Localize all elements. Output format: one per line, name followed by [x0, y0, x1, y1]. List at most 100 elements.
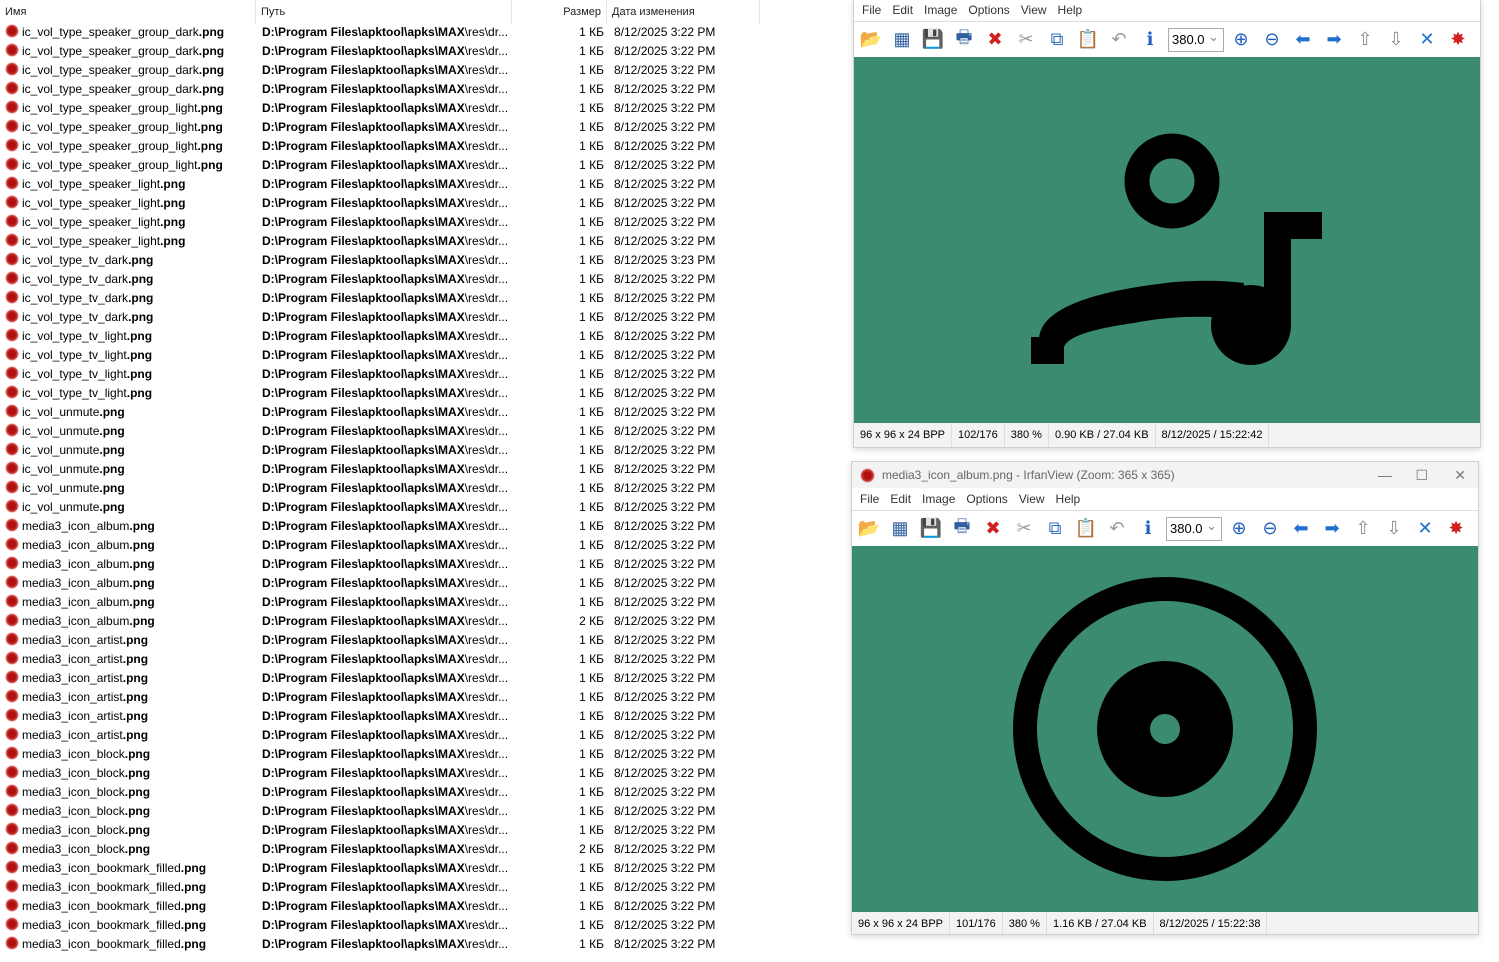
file-row[interactable]: media3_icon_album.png D:\Program Files\a…: [0, 593, 760, 612]
column-header-size[interactable]: Размер: [512, 0, 607, 24]
column-header-date[interactable]: Дата изменения: [607, 0, 760, 24]
file-row[interactable]: ic_vol_type_speaker_group_dark.png D:\Pr…: [0, 23, 760, 42]
menu-file[interactable]: File: [862, 3, 881, 17]
file-row[interactable]: ic_vol_type_speaker_light.png D:\Program…: [0, 213, 760, 232]
menu-options[interactable]: Options: [968, 3, 1009, 17]
last-page-icon[interactable]: ⇩: [1383, 27, 1409, 53]
file-row[interactable]: media3_icon_block.png D:\Program Files\a…: [0, 783, 760, 802]
zoom-select[interactable]: 380.0: [1168, 26, 1224, 52]
file-row[interactable]: ic_vol_type_speaker_group_light.png D:\P…: [0, 99, 760, 118]
menu-help[interactable]: Help: [1058, 3, 1083, 17]
slideshow-icon[interactable]: ▦: [887, 516, 913, 542]
zoom-in-icon[interactable]: ⊕: [1226, 516, 1252, 542]
file-row[interactable]: media3_icon_artist.png D:\Program Files\…: [0, 631, 760, 650]
file-row[interactable]: ic_vol_type_speaker_light.png D:\Program…: [0, 175, 760, 194]
file-row[interactable]: ic_vol_type_tv_dark.png D:\Program Files…: [0, 251, 760, 270]
file-row[interactable]: media3_icon_bookmark_filled.png D:\Progr…: [0, 878, 760, 897]
zoom-select[interactable]: 380.0: [1166, 515, 1222, 541]
file-row[interactable]: ic_vol_unmute.png D:\Program Files\apkto…: [0, 403, 760, 422]
info-icon[interactable]: ℹ: [1135, 516, 1161, 542]
zoom-in-icon[interactable]: ⊕: [1228, 27, 1254, 53]
file-row[interactable]: media3_icon_album.png D:\Program Files\a…: [0, 612, 760, 631]
file-row[interactable]: ic_vol_type_tv_light.png D:\Program File…: [0, 346, 760, 365]
image-canvas[interactable]: [852, 546, 1478, 912]
copy-icon[interactable]: ⧉: [1042, 516, 1068, 542]
menu-help[interactable]: Help: [1056, 492, 1081, 506]
zoom-out-icon[interactable]: ⊖: [1257, 516, 1283, 542]
file-row[interactable]: media3_icon_artist.png D:\Program Files\…: [0, 707, 760, 726]
file-row[interactable]: media3_icon_bookmark_filled.png D:\Progr…: [0, 916, 760, 935]
previous-icon[interactable]: ⬅: [1288, 516, 1314, 542]
file-row[interactable]: ic_vol_unmute.png D:\Program Files\apkto…: [0, 479, 760, 498]
first-page-icon[interactable]: ⇧: [1350, 516, 1376, 542]
file-row[interactable]: media3_icon_artist.png D:\Program Files\…: [0, 688, 760, 707]
file-row[interactable]: media3_icon_bookmark_filled.png D:\Progr…: [0, 935, 760, 954]
file-row[interactable]: media3_icon_block.png D:\Program Files\a…: [0, 821, 760, 840]
file-row[interactable]: ic_vol_type_speaker_group_light.png D:\P…: [0, 118, 760, 137]
zoom-out-icon[interactable]: ⊖: [1259, 27, 1285, 53]
close-button[interactable]: ✕: [1454, 462, 1466, 488]
next-icon[interactable]: ➡: [1321, 27, 1347, 53]
file-row[interactable]: media3_icon_album.png D:\Program Files\a…: [0, 555, 760, 574]
menu-image[interactable]: Image: [922, 492, 955, 506]
irfanview-icon[interactable]: ✸: [1443, 516, 1469, 542]
delete-icon[interactable]: ✖: [980, 516, 1006, 542]
menu-options[interactable]: Options: [966, 492, 1007, 506]
slideshow-icon[interactable]: ▦: [889, 27, 915, 53]
save-icon[interactable]: 💾: [918, 516, 944, 542]
paste-icon[interactable]: 📋: [1073, 516, 1099, 542]
file-row[interactable]: media3_icon_album.png D:\Program Files\a…: [0, 574, 760, 593]
file-row[interactable]: ic_vol_unmute.png D:\Program Files\apkto…: [0, 460, 760, 479]
delete-icon[interactable]: ✖: [982, 27, 1008, 53]
menu-file[interactable]: File: [860, 492, 879, 506]
file-row[interactable]: ic_vol_type_speaker_group_dark.png D:\Pr…: [0, 61, 760, 80]
settings-icon[interactable]: ✕: [1414, 27, 1440, 53]
maximize-button[interactable]: ☐: [1415, 462, 1428, 488]
file-row[interactable]: media3_icon_album.png D:\Program Files\a…: [0, 517, 760, 536]
file-row[interactable]: media3_icon_block.png D:\Program Files\a…: [0, 802, 760, 821]
file-row[interactable]: media3_icon_album.png D:\Program Files\a…: [0, 536, 760, 555]
file-row[interactable]: media3_icon_bookmark_filled.png D:\Progr…: [0, 897, 760, 916]
print-icon[interactable]: 🖶: [949, 516, 975, 542]
file-row[interactable]: ic_vol_type_tv_dark.png D:\Program Files…: [0, 308, 760, 327]
menu-image[interactable]: Image: [924, 3, 957, 17]
menu-edit[interactable]: Edit: [890, 492, 911, 506]
first-page-icon[interactable]: ⇧: [1352, 27, 1378, 53]
file-row[interactable]: media3_icon_block.png D:\Program Files\a…: [0, 840, 760, 859]
copy-icon[interactable]: ⧉: [1044, 27, 1070, 53]
info-icon[interactable]: ℹ: [1137, 27, 1163, 53]
file-row[interactable]: ic_vol_unmute.png D:\Program Files\apkto…: [0, 498, 760, 517]
file-row[interactable]: ic_vol_type_speaker_light.png D:\Program…: [0, 194, 760, 213]
file-row[interactable]: ic_vol_type_tv_dark.png D:\Program Files…: [0, 289, 760, 308]
menu-edit[interactable]: Edit: [892, 3, 913, 17]
next-icon[interactable]: ➡: [1319, 516, 1345, 542]
file-row[interactable]: ic_vol_type_speaker_light.png D:\Program…: [0, 232, 760, 251]
irfanview-icon[interactable]: ✸: [1445, 27, 1471, 53]
save-icon[interactable]: 💾: [920, 27, 946, 53]
column-header-name[interactable]: Имя: [0, 0, 256, 24]
title-bar[interactable]: media3_icon_album.png - IrfanView (Zoom:…: [852, 462, 1478, 488]
undo-icon[interactable]: ↶: [1104, 516, 1130, 542]
open-icon[interactable]: 📂: [856, 516, 882, 542]
column-header-path[interactable]: Путь: [256, 0, 512, 24]
file-row[interactable]: ic_vol_type_tv_light.png D:\Program File…: [0, 365, 760, 384]
minimize-button[interactable]: —: [1378, 462, 1392, 488]
file-row[interactable]: ic_vol_unmute.png D:\Program Files\apkto…: [0, 441, 760, 460]
paste-icon[interactable]: 📋: [1075, 27, 1101, 53]
open-icon[interactable]: 📂: [858, 27, 884, 53]
file-row[interactable]: ic_vol_type_speaker_group_dark.png D:\Pr…: [0, 80, 760, 99]
menu-view[interactable]: View: [1019, 492, 1045, 506]
file-row[interactable]: ic_vol_type_speaker_group_light.png D:\P…: [0, 156, 760, 175]
last-page-icon[interactable]: ⇩: [1381, 516, 1407, 542]
menu-view[interactable]: View: [1021, 3, 1047, 17]
file-row[interactable]: ic_vol_unmute.png D:\Program Files\apkto…: [0, 422, 760, 441]
file-row[interactable]: media3_icon_block.png D:\Program Files\a…: [0, 745, 760, 764]
file-row[interactable]: ic_vol_type_tv_light.png D:\Program File…: [0, 327, 760, 346]
file-row[interactable]: ic_vol_type_speaker_group_light.png D:\P…: [0, 137, 760, 156]
file-row[interactable]: ic_vol_type_speaker_group_dark.png D:\Pr…: [0, 42, 760, 61]
image-canvas[interactable]: [854, 57, 1480, 423]
print-icon[interactable]: 🖶: [951, 27, 977, 53]
file-row[interactable]: media3_icon_block.png D:\Program Files\a…: [0, 764, 760, 783]
file-row[interactable]: ic_vol_type_tv_light.png D:\Program File…: [0, 384, 760, 403]
file-row[interactable]: media3_icon_artist.png D:\Program Files\…: [0, 726, 760, 745]
